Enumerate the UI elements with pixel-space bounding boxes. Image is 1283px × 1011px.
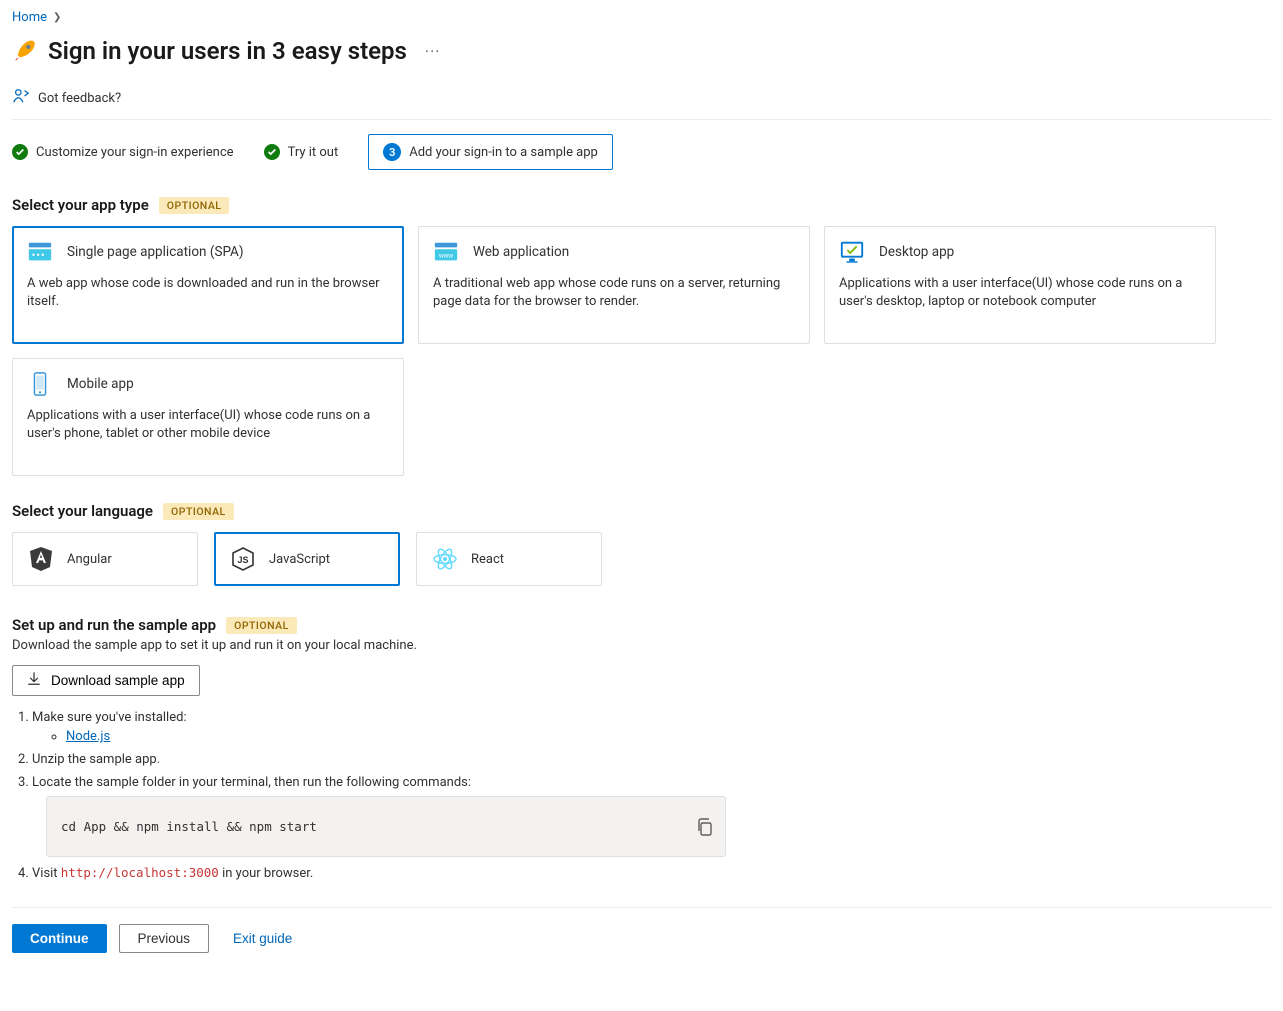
breadcrumb: Home ❯ [12,10,1271,25]
setup-step-1: Make sure you've installed: Node.js [32,710,1271,744]
desktop-icon [839,239,865,265]
desktop-title: Desktop app [879,244,954,260]
svg-text:www: www [438,253,453,260]
got-feedback-button[interactable]: Got feedback? [12,87,121,109]
step-3-add-sign-in[interactable]: 3 Add your sign-in to a sample app [368,134,613,170]
setup-step-3: Locate the sample folder in your termina… [32,775,1271,857]
mobile-title: Mobile app [67,376,134,392]
svg-text:JS: JS [237,555,248,565]
rocket-icon [12,38,38,64]
section-title-language: Select your language [12,502,153,520]
spa-title: Single page application (SPA) [67,244,244,260]
optional-badge: OPTIONAL [226,617,297,634]
optional-badge: OPTIONAL [163,503,234,520]
step-2-label: Try it out [288,145,339,160]
javascript-icon: JS [229,545,257,573]
chevron-right-icon: ❯ [53,12,61,23]
optional-badge: OPTIONAL [159,197,230,214]
setup-subtitle: Download the sample app to set it up and… [12,638,1271,653]
previous-button[interactable]: Previous [119,924,210,953]
exit-guide-link[interactable]: Exit guide [227,930,298,947]
checkmark-icon [12,144,28,160]
continue-button[interactable]: Continue [12,924,107,953]
mobile-icon [27,371,53,397]
page-title: Sign in your users in 3 easy steps [48,37,407,65]
got-feedback-label: Got feedback? [38,91,121,106]
app-type-card-mobile[interactable]: Mobile app Applications with a user inte… [12,358,404,476]
breadcrumb-home-link[interactable]: Home [12,10,47,25]
download-sample-app-button[interactable]: Download sample app [12,665,200,696]
app-type-card-desktop[interactable]: Desktop app Applications with a user int… [824,226,1216,344]
setup-step-2: Unzip the sample app. [32,752,1271,767]
command-text: cd App && npm install && npm start [61,819,317,834]
spa-icon [27,239,53,265]
language-card-javascript[interactable]: JS JavaScript [214,532,400,586]
step-2-try-it-out[interactable]: Try it out [264,144,339,160]
language-card-angular[interactable]: Angular [12,532,198,586]
react-icon [431,545,459,573]
web-icon: www [433,239,459,265]
feedback-person-icon [12,87,30,109]
mobile-desc: Applications with a user interface(UI) w… [27,407,389,443]
localhost-url: http://localhost:3000 [61,865,219,880]
app-type-card-web[interactable]: www Web application A traditional web ap… [418,226,810,344]
desktop-desc: Applications with a user interface(UI) w… [839,275,1201,311]
section-title-setup: Set up and run the sample app [12,616,216,634]
web-desc: A traditional web app whose code runs on… [433,275,795,311]
step-1-customize[interactable]: Customize your sign-in experience [12,144,234,160]
angular-label: Angular [67,552,112,567]
copy-to-clipboard-button[interactable] [695,817,715,837]
nodejs-link[interactable]: Node.js [66,729,110,744]
more-menu-button[interactable]: ··· [417,38,449,65]
step-number-badge: 3 [383,143,401,161]
spa-desc: A web app whose code is downloaded and r… [27,275,389,311]
step-3-label: Add your sign-in to a sample app [409,145,598,160]
react-label: React [471,552,504,567]
javascript-label: JavaScript [269,552,330,567]
setup-step-4: Visit http://localhost:3000 in your brow… [32,865,1271,881]
web-title: Web application [473,244,569,260]
download-sample-label: Download sample app [51,673,185,688]
app-type-card-spa[interactable]: Single page application (SPA) A web app … [12,226,404,344]
section-title-app-type: Select your app type [12,196,149,214]
download-icon [27,672,41,689]
angular-icon [27,545,55,573]
language-card-react[interactable]: React [416,532,602,586]
step-1-label: Customize your sign-in experience [36,145,234,160]
checkmark-icon [264,144,280,160]
